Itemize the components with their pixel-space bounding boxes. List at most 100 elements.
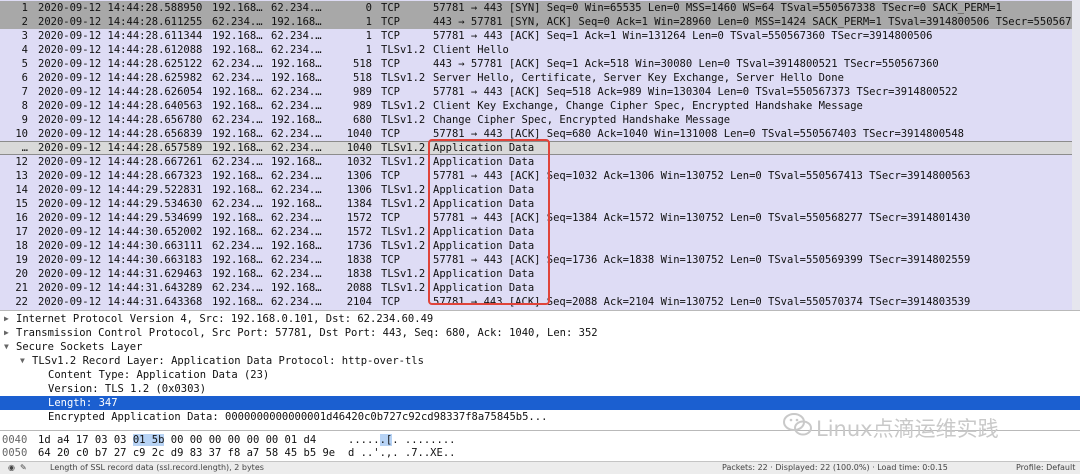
packet-protocol: TLSv1.2 (381, 198, 426, 210)
packet-row[interactable]: 5 2020-09-12 14:44:28.625122 62.234.… 192.1… (0, 57, 1080, 71)
packet-source: 192.168… (212, 100, 263, 112)
packet-row[interactable]: 19 2020-09-12 14:44:30.663183 192.168… 62.2… (0, 253, 1080, 267)
detail-text: Version: TLS 1.2 (0x0303) (48, 383, 207, 395)
hex-ascii-highlight: .[ (379, 434, 393, 446)
packet-destination: 62.234.… (271, 296, 322, 308)
detail-tree-row[interactable]: ▼ Secure Sockets Layer (0, 340, 1080, 354)
packet-number: 15 (15, 198, 28, 210)
packet-list-scrollbar[interactable] (1072, 0, 1080, 310)
packet-info: 443 → 57781 [SYN, ACK] Seq=0 Ack=1 Win=2… (433, 16, 1080, 28)
packet-destination: 62.234.… (271, 226, 322, 238)
packet-source: 62.234.… (212, 156, 263, 168)
hex-bytes-highlight: 01 5b (132, 434, 165, 446)
packet-row[interactable]: 7 2020-09-12 14:44:28.626054 192.168… 62.23… (0, 85, 1080, 99)
packet-number: 22 (15, 296, 28, 308)
packet-length: 2088 (346, 282, 372, 294)
packet-destination: 192.168… (271, 240, 322, 252)
packet-info: Application Data (433, 240, 535, 252)
packet-source: 192.168… (212, 254, 263, 266)
detail-tree-row[interactable]: Length: 347 (0, 396, 1080, 410)
expand-right-icon[interactable]: ▶ (4, 326, 9, 340)
status-profile[interactable]: Profile: Default (1016, 462, 1075, 474)
packet-protocol: TCP (381, 212, 400, 224)
packet-length: 0 (365, 2, 372, 14)
hex-row[interactable]: 0050 64 20 c0 b7 27 c9 2c d9 83 37 f8 a7 … (0, 447, 1080, 460)
packet-row[interactable]: 21 2020-09-12 14:44:31.643289 62.234.… 192.… (0, 281, 1080, 295)
detail-text: Secure Sockets Layer (16, 341, 143, 353)
hex-bytes-part: 64 20 c0 b7 27 c9 2c d9 83 37 f8 a7 58 4… (38, 447, 336, 459)
packet-source: 62.234.… (212, 240, 263, 252)
packet-row[interactable]: 22 2020-09-12 14:44:31.643368 192.168… 62.2… (0, 295, 1080, 309)
packet-protocol: TCP (381, 86, 400, 98)
packet-row[interactable]: 9 2020-09-12 14:44:28.656780 62.234.… 192.1… (0, 113, 1080, 127)
packet-row[interactable]: 10 2020-09-12 14:44:28.656839 192.168… 62.2… (0, 127, 1080, 141)
packet-source: 192.168… (212, 128, 263, 140)
hex-row[interactable]: 0040 1d a4 17 03 03 01 5b 00 00 00 00 00 … (0, 434, 1080, 447)
packet-source: 192.168… (212, 184, 263, 196)
packet-destination: 62.234.… (271, 212, 322, 224)
packet-details-pane[interactable]: ▶ Internet Protocol Version 4, Src: 192.1… (0, 310, 1080, 431)
detail-text: Content Type: Application Data (23) (48, 369, 270, 381)
packet-row[interactable]: 8 2020-09-12 14:44:28.640563 192.168… 62.23… (0, 99, 1080, 113)
packet-row[interactable]: 12 2020-09-12 14:44:28.667261 62.234.… 192.… (0, 155, 1080, 169)
detail-tree-row[interactable]: ▶ Transmission Control Protocol, Src Port… (0, 326, 1080, 340)
packet-row[interactable]: 16 2020-09-12 14:44:29.534699 192.168… 62.2… (0, 211, 1080, 225)
packet-protocol: TCP (381, 16, 400, 28)
packet-source: 192.168… (212, 30, 263, 42)
packet-info: Application Data (433, 198, 535, 210)
expand-right-icon[interactable]: ▶ (4, 312, 9, 326)
packet-row[interactable]: … 2020-09-12 14:44:28.657589 192.168… 62.23… (0, 141, 1080, 155)
detail-tree-row[interactable]: ▶ Internet Protocol Version 4, Src: 192.1… (0, 312, 1080, 326)
packet-row[interactable]: 4 2020-09-12 14:44:28.612088 192.168… 62.23… (0, 43, 1080, 57)
packet-row[interactable]: 13 2020-09-12 14:44:28.667323 192.168… 62.2… (0, 169, 1080, 183)
detail-tree-row[interactable]: Encrypted Application Data: 000000000000… (0, 410, 1080, 424)
packet-length: 1838 (346, 268, 372, 280)
detail-tree-row[interactable]: Version: TLS 1.2 (0x0303) (0, 382, 1080, 396)
packet-row[interactable]: 14 2020-09-12 14:44:29.522831 192.168… 62.2… (0, 183, 1080, 197)
packet-source: 62.234.… (212, 282, 263, 294)
packet-info: Client Hello (433, 44, 509, 56)
packet-protocol: TCP (381, 30, 400, 42)
packet-destination: 192.168… (271, 114, 322, 126)
packet-source: 192.168… (212, 44, 263, 56)
status-bar: ◉ ✎ Length of SSL record data (ssl.recor… (0, 461, 1080, 474)
packet-row[interactable]: 2 2020-09-12 14:44:28.611255 62.234.… 192.1… (0, 15, 1080, 29)
expand-down-icon[interactable]: ▼ (20, 354, 25, 368)
packet-protocol: TCP (381, 170, 400, 182)
expand-down-icon[interactable]: ▼ (4, 340, 9, 354)
packet-row[interactable]: 20 2020-09-12 14:44:31.629463 192.168… 62.2… (0, 267, 1080, 281)
detail-tree-row[interactable]: Content Type: Application Data (23) (0, 368, 1080, 382)
packet-time: 2020-09-12 14:44:28.625982 (38, 72, 203, 84)
packet-length: 1 (365, 30, 372, 42)
packet-time: 2020-09-12 14:44:31.629463 (38, 268, 203, 280)
packet-protocol: TLSv1.2 (381, 282, 426, 294)
packet-destination: 62.234.… (271, 142, 322, 154)
hex-bytes: 1d a4 17 03 03 01 5b 00 00 00 00 00 00 0… (38, 434, 316, 447)
packet-time: 2020-09-12 14:44:28.640563 (38, 100, 203, 112)
status-left-icon[interactable]: ◉ (8, 462, 15, 474)
detail-tree-row[interactable]: ▼ TLSv1.2 Record Layer: Application Data … (0, 354, 1080, 368)
packet-info: Change Cipher Spec, Encrypted Handshake … (433, 114, 731, 126)
packet-protocol: TCP (381, 296, 400, 308)
packet-row[interactable]: 6 2020-09-12 14:44:28.625982 62.234.… 192.1… (0, 71, 1080, 85)
status-packet-counts: Packets: 22 · Displayed: 22 (100.0%) · L… (722, 463, 948, 472)
packet-number: 10 (15, 128, 28, 140)
packet-bytes-pane[interactable]: 0040 1d a4 17 03 03 01 5b 00 00 00 00 00 … (0, 430, 1080, 461)
packet-number: 12 (15, 156, 28, 168)
packet-destination: 192.168… (271, 72, 322, 84)
packet-row[interactable]: 1 2020-09-12 14:44:28.588950 192.168… 62.23… (0, 1, 1080, 15)
packet-length: 1306 (346, 184, 372, 196)
packet-length: 1572 (346, 226, 372, 238)
packet-number: 17 (15, 226, 28, 238)
packet-time: 2020-09-12 14:44:28.656839 (38, 128, 203, 140)
packet-length: 1572 (346, 212, 372, 224)
packet-source: 192.168… (212, 170, 263, 182)
packet-list[interactable]: 1 2020-09-12 14:44:28.588950 192.168… 62.23… (0, 0, 1080, 310)
packet-row[interactable]: 15 2020-09-12 14:44:29.534630 62.234.… 192.… (0, 197, 1080, 211)
packet-time: 2020-09-12 14:44:28.657589 (38, 142, 203, 154)
packet-destination: 192.168… (271, 156, 322, 168)
packet-row[interactable]: 17 2020-09-12 14:44:30.652002 192.168… 62.2… (0, 225, 1080, 239)
packet-row[interactable]: 3 2020-09-12 14:44:28.611344 192.168… 62.23… (0, 29, 1080, 43)
packet-row[interactable]: 18 2020-09-12 14:44:30.663111 62.234.… 192.… (0, 239, 1080, 253)
status-edit-icon[interactable]: ✎ (20, 462, 27, 474)
